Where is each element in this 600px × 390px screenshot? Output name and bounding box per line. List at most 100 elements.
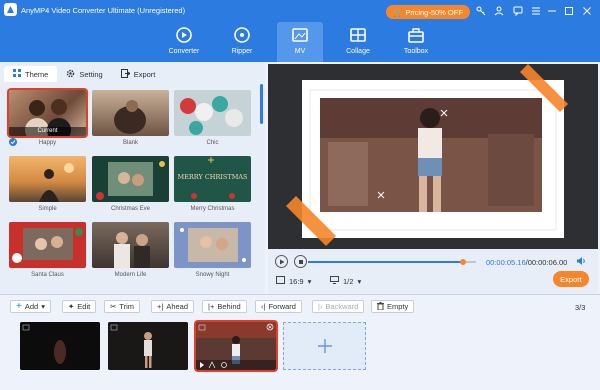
chat-icon[interactable] bbox=[511, 4, 525, 18]
user-icon[interactable] bbox=[492, 4, 506, 18]
theme-grid: Current Happy Blank Chic Simple Christma… bbox=[6, 88, 256, 292]
nav-toolbox[interactable]: Toolbox bbox=[393, 22, 439, 62]
page-count: 3/3 bbox=[575, 303, 586, 312]
theme-santa-claus[interactable]: Santa Claus bbox=[9, 222, 86, 278]
tab-setting[interactable]: Setting bbox=[57, 66, 111, 82]
timeline-clip-2[interactable] bbox=[108, 322, 188, 370]
close-icon[interactable] bbox=[580, 4, 594, 18]
nav-mv[interactable]: MV bbox=[277, 22, 323, 62]
theme-name: Santa Claus bbox=[31, 272, 64, 278]
trim-button[interactable]: ✂ Trim bbox=[104, 300, 141, 313]
add-button[interactable]: + Add ▾ bbox=[10, 300, 51, 313]
converter-icon bbox=[174, 25, 194, 45]
backward-button[interactable]: |› Backward bbox=[312, 300, 365, 313]
seek-handle[interactable] bbox=[459, 259, 466, 265]
tab-label: Export bbox=[133, 69, 156, 79]
theme-name: Merry Christmas bbox=[190, 206, 235, 212]
theme-name: Chic bbox=[206, 140, 219, 146]
theme-merry-christmas[interactable]: MERRY CHRISTMAS Merry Christmas bbox=[174, 156, 251, 212]
export-icon bbox=[120, 68, 131, 80]
video-preview bbox=[268, 64, 598, 249]
button-label: Empty bbox=[387, 302, 409, 311]
button-label: Forward bbox=[268, 302, 296, 311]
nav-collage[interactable]: Collage bbox=[335, 22, 381, 62]
theme-happy[interactable]: Current Happy bbox=[7, 88, 88, 148]
theme-name: Snowy Night bbox=[195, 272, 230, 278]
theme-thumbnail bbox=[9, 222, 86, 268]
theme-thumbnail bbox=[92, 222, 169, 268]
tab-theme[interactable]: Theme bbox=[4, 66, 58, 82]
clip-timeline bbox=[0, 318, 600, 390]
ripper-icon bbox=[232, 25, 252, 45]
chevron-right-icon: |› bbox=[318, 302, 323, 311]
button-label: Ahead bbox=[166, 302, 189, 311]
chevron-down-icon: ▾ bbox=[357, 276, 362, 286]
theme-name: Happy bbox=[38, 140, 57, 146]
menu-icon[interactable] bbox=[529, 4, 543, 18]
theme-thumbnail: MERRY CHRISTMAS bbox=[174, 156, 251, 202]
cart-icon: 🛒 bbox=[393, 7, 403, 17]
button-label: Behind bbox=[217, 302, 241, 311]
nav-label: Ripper bbox=[231, 48, 253, 55]
theme-thumbnail bbox=[9, 156, 86, 202]
theme-christmas-eve[interactable]: Christmas Eve bbox=[92, 156, 169, 212]
gear-icon bbox=[66, 69, 75, 80]
maximize-icon[interactable] bbox=[562, 4, 576, 18]
nav-label: Converter bbox=[168, 48, 200, 55]
theme-name: Christmas Eve bbox=[110, 206, 150, 212]
screen-select[interactable]: 1/2 ▾ bbox=[330, 276, 361, 286]
mv-icon bbox=[290, 25, 310, 45]
merry-christmas-text: MERRY CHRISTMAS bbox=[177, 173, 248, 181]
panel-tabs: Theme Setting Export bbox=[4, 66, 164, 82]
grid-icon bbox=[13, 69, 21, 79]
seek-bar[interactable] bbox=[308, 259, 476, 265]
aspect-ratio-icon bbox=[276, 276, 285, 286]
nav-label: Toolbox bbox=[403, 48, 429, 55]
theme-thumbnail bbox=[92, 156, 169, 202]
add-clip-button[interactable] bbox=[283, 322, 366, 370]
current-time: 00:00:05.16 bbox=[486, 258, 526, 267]
check-circle-icon bbox=[9, 138, 17, 148]
theme-scrollbar[interactable] bbox=[260, 84, 263, 124]
timeline-clip-3[interactable] bbox=[194, 320, 278, 372]
theme-chic[interactable]: Chic bbox=[174, 90, 251, 146]
nav-ripper[interactable]: Ripper bbox=[219, 22, 265, 62]
chevron-down-icon: ▾ bbox=[41, 302, 45, 311]
title-bar: AnyMP4 Video Converter Ultimate (Unregis… bbox=[0, 0, 600, 62]
ahead-icon: +| bbox=[157, 302, 164, 311]
theme-modern-life[interactable]: Modern Life bbox=[92, 222, 169, 278]
collage-icon bbox=[348, 25, 368, 45]
tab-export[interactable]: Export bbox=[112, 66, 165, 82]
tab-label: Setting bbox=[79, 69, 103, 79]
edit-button[interactable]: ✦ Edit bbox=[62, 300, 97, 313]
minimize-icon[interactable] bbox=[545, 4, 559, 18]
timeline-clip-1[interactable] bbox=[20, 322, 100, 370]
stop-button[interactable] bbox=[294, 255, 307, 268]
empty-button[interactable]: Empty bbox=[371, 300, 415, 313]
edit-toolbar: + Add ▾ ✦ Edit ✂ Trim +| Ahead |+ Behind… bbox=[0, 295, 600, 318]
time-display: 00:00:05.16/00:00:06.00 bbox=[486, 258, 567, 267]
nav-converter[interactable]: Converter bbox=[161, 22, 207, 62]
nav-label: Collage bbox=[346, 48, 370, 55]
scissors-icon: ✂ bbox=[110, 302, 117, 311]
ahead-button[interactable]: +| Ahead bbox=[151, 300, 195, 313]
behind-button[interactable]: |+ Behind bbox=[202, 300, 247, 313]
theme-blank[interactable]: Blank bbox=[92, 90, 169, 146]
theme-thumbnail bbox=[92, 90, 169, 136]
seek-progress bbox=[308, 261, 463, 263]
current-badge: Current bbox=[9, 127, 86, 136]
key-icon[interactable] bbox=[474, 4, 488, 18]
theme-thumbnail bbox=[174, 222, 251, 268]
volume-icon[interactable] bbox=[576, 256, 587, 268]
aspect-ratio-select[interactable]: 16:9 ▾ bbox=[276, 276, 311, 286]
theme-simple[interactable]: Simple bbox=[9, 156, 86, 212]
pricing-button[interactable]: 🛒 Pricing-50% OFF bbox=[386, 5, 470, 19]
behind-icon: |+ bbox=[208, 302, 215, 311]
app-logo-icon bbox=[4, 3, 17, 16]
export-button[interactable]: Export bbox=[553, 271, 589, 287]
play-button[interactable] bbox=[275, 255, 288, 268]
theme-snowy-night[interactable]: Snowy Night bbox=[174, 222, 251, 278]
forward-button[interactable]: ‹| Forward bbox=[255, 300, 302, 313]
theme-name: Blank bbox=[122, 140, 138, 146]
chevron-down-icon: ▾ bbox=[307, 276, 312, 286]
